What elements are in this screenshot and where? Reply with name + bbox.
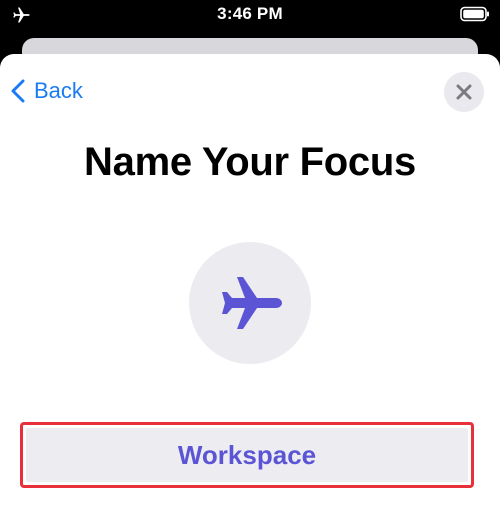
status-time: 3:46 PM <box>217 4 283 23</box>
focus-sheet: Back Name Your Focus <box>0 54 500 512</box>
airplane-icon <box>222 277 282 329</box>
focus-name-field-highlight <box>20 422 474 488</box>
close-icon <box>456 84 472 100</box>
page-title: Name Your Focus <box>84 140 416 184</box>
close-button[interactable] <box>444 72 484 112</box>
focus-name-field-container <box>26 428 468 482</box>
focus-icon-button[interactable] <box>189 242 311 364</box>
back-label: Back <box>34 78 83 103</box>
back-button[interactable]: Back <box>10 76 83 106</box>
chevron-left-icon <box>11 79 25 103</box>
battery-icon <box>460 6 489 22</box>
screen: 3:46 PM Back Name Your Focus <box>0 0 500 512</box>
focus-name-input[interactable] <box>26 428 468 482</box>
status-bar: 3:46 PM <box>0 0 500 30</box>
